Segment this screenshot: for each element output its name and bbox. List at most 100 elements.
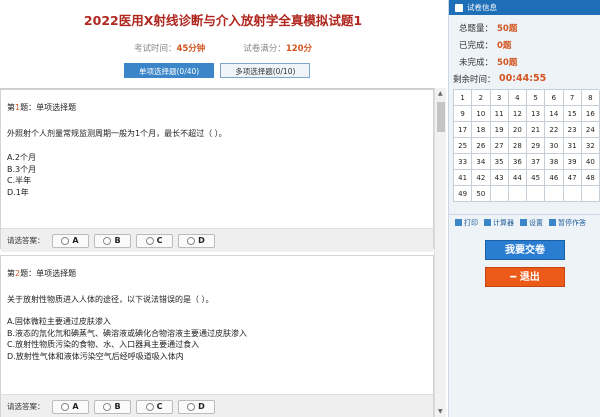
question-nav-4[interactable]: 4 [508, 90, 527, 106]
time-value: 45分钟 [176, 44, 206, 54]
question-nav-37[interactable]: 37 [527, 154, 546, 170]
question-nav-6[interactable]: 6 [545, 90, 564, 106]
question-2-answer-b[interactable]: B [93, 399, 131, 414]
question-nav-30[interactable]: 30 [545, 138, 564, 154]
exam-score: 试卷满分：120分 [243, 42, 312, 54]
question-2-answer-bar: 请选答案： A B C D [1, 394, 433, 417]
question-nav-1[interactable]: 1 [454, 90, 473, 106]
question-nav-18[interactable]: 18 [472, 122, 491, 138]
question-nav-50[interactable]: 50 [472, 186, 491, 202]
question-nav-40[interactable]: 40 [581, 154, 600, 170]
question-nav-20[interactable]: 20 [508, 122, 527, 138]
question-nav-31[interactable]: 31 [563, 138, 582, 154]
question-nav-34[interactable]: 34 [472, 154, 491, 170]
calculator-icon [484, 219, 491, 226]
question-nav-7[interactable]: 7 [563, 90, 582, 106]
pause-button[interactable]: 暂停作答 [549, 218, 586, 228]
undone-label: 未完成： [459, 58, 494, 68]
question-nav-2[interactable]: 2 [472, 90, 491, 106]
answer-label: 请选答案： [7, 402, 45, 411]
question-nav-10[interactable]: 10 [472, 106, 491, 122]
question-2-option-a: A.固体微粒主要通过皮肤渗入 [7, 317, 111, 326]
question-2-answer-c[interactable]: C [135, 399, 173, 414]
question-2-stem: 关于放射性物质进入人体的途径，以下说法错误的是（ ）。 [7, 295, 214, 304]
radio-icon [187, 236, 196, 245]
question-1-type: 题：单项选择题 [20, 103, 77, 112]
question-nav-8[interactable]: 8 [581, 90, 600, 106]
question-nav-41[interactable]: 41 [454, 170, 473, 186]
grid-empty-cell [527, 186, 546, 202]
scroll-down-icon[interactable]: ▼ [438, 408, 443, 415]
question-nav-24[interactable]: 24 [581, 122, 600, 138]
question-nav-45[interactable]: 45 [527, 170, 546, 186]
question-2-answer-a[interactable]: A [51, 399, 89, 414]
question-1-answer-a[interactable]: A [51, 233, 89, 248]
done-value: 0题 [497, 41, 512, 51]
choice-letter: C [156, 402, 163, 411]
question-2-option-d: D.放射性气体和液体污染空气后经呼吸道吸入体内 [7, 351, 184, 361]
scrollbar-thumb[interactable] [437, 102, 445, 132]
question-nav-9[interactable]: 9 [454, 106, 473, 122]
question-card-2: 第2题：单项选择题 关于放射性物质进入人体的途径，以下说法错误的是（ ）。 A.… [0, 255, 434, 417]
print-label: 打印 [464, 218, 478, 227]
question-2-answer-d[interactable]: D [177, 399, 215, 414]
question-nav-25[interactable]: 25 [454, 138, 473, 154]
question-nav-42[interactable]: 42 [472, 170, 491, 186]
question-1-prefix: 第 [7, 103, 15, 112]
exit-button[interactable]: ━ 退出 [485, 267, 565, 287]
question-nav-19[interactable]: 19 [490, 122, 509, 138]
question-nav-15[interactable]: 15 [563, 106, 582, 122]
question-nav-29[interactable]: 29 [527, 138, 546, 154]
question-nav-32[interactable]: 32 [581, 138, 600, 154]
question-1-answer-b[interactable]: B [93, 233, 131, 248]
settings-button[interactable]: 设置 [520, 218, 543, 228]
question-nav-11[interactable]: 11 [490, 106, 509, 122]
question-nav-35[interactable]: 35 [490, 154, 509, 170]
question-1-answer-c[interactable]: C [135, 233, 173, 248]
info-panel: 试卷信息 总题量： 50题 已完成： 0题 未完成： 50题 剩余时间： 00:44:5… [448, 0, 600, 417]
question-nav-43[interactable]: 43 [490, 170, 509, 186]
question-1-answer-bar: 请选答案： A B C D [1, 228, 433, 252]
question-nav-22[interactable]: 22 [545, 122, 564, 138]
question-nav-36[interactable]: 36 [508, 154, 527, 170]
choice-letter: B [114, 402, 121, 411]
question-nav-39[interactable]: 39 [563, 154, 582, 170]
question-nav-27[interactable]: 27 [490, 138, 509, 154]
question-card-1: 第1题：单项选择题 外照射个人剂量常规监测周期一般为1个月，最长不超过（ ）。 … [0, 89, 434, 252]
question-nav-26[interactable]: 26 [472, 138, 491, 154]
question-nav-28[interactable]: 28 [508, 138, 527, 154]
question-nav-13[interactable]: 13 [527, 106, 546, 122]
score-label: 试卷满分： [243, 44, 286, 54]
question-nav-49[interactable]: 49 [454, 186, 473, 202]
question-2-prefix: 第 [7, 269, 15, 278]
question-nav-5[interactable]: 5 [527, 90, 546, 106]
grid-empty-cell [545, 186, 564, 202]
scroll-up-icon[interactable]: ▲ [438, 90, 443, 97]
question-nav-3[interactable]: 3 [490, 90, 509, 106]
question-scrollbar[interactable]: ▲ ▼ [434, 88, 446, 417]
question-nav-12[interactable]: 12 [508, 106, 527, 122]
question-nav-44[interactable]: 44 [508, 170, 527, 186]
question-nav-21[interactable]: 21 [527, 122, 546, 138]
question-nav-48[interactable]: 48 [581, 170, 600, 186]
tab-multiple-choice[interactable]: 多项选择题(0/10) [220, 63, 311, 78]
question-nav-16[interactable]: 16 [581, 106, 600, 122]
print-button[interactable]: 打印 [455, 218, 478, 228]
question-2-option-b: B.液态的氚化氘和碘蒸气、碘溶液或碘化合物溶液主要通过皮肤渗入 [7, 328, 248, 338]
question-nav-23[interactable]: 23 [563, 122, 582, 138]
question-nav-47[interactable]: 47 [563, 170, 582, 186]
question-nav-46[interactable]: 46 [545, 170, 564, 186]
question-list: 第1题：单项选择题 外照射个人剂量常规监测周期一般为1个月，最长不超过（ ）。 … [0, 88, 446, 417]
tab-single-choice[interactable]: 单项选择题(0/40) [124, 63, 215, 78]
done-label: 已完成： [459, 41, 494, 51]
question-nav-33[interactable]: 33 [454, 154, 473, 170]
pause-label: 暂停作答 [558, 218, 586, 227]
question-nav-17[interactable]: 17 [454, 122, 473, 138]
submit-exam-button[interactable]: 我要交卷 [485, 240, 565, 260]
question-nav-14[interactable]: 14 [545, 106, 564, 122]
question-1-answer-d[interactable]: D [177, 233, 215, 248]
question-2-header: 第2题：单项选择题 [7, 268, 76, 279]
gear-icon [520, 219, 527, 226]
question-nav-38[interactable]: 38 [545, 154, 564, 170]
calculator-button[interactable]: 计算器 [484, 218, 514, 228]
